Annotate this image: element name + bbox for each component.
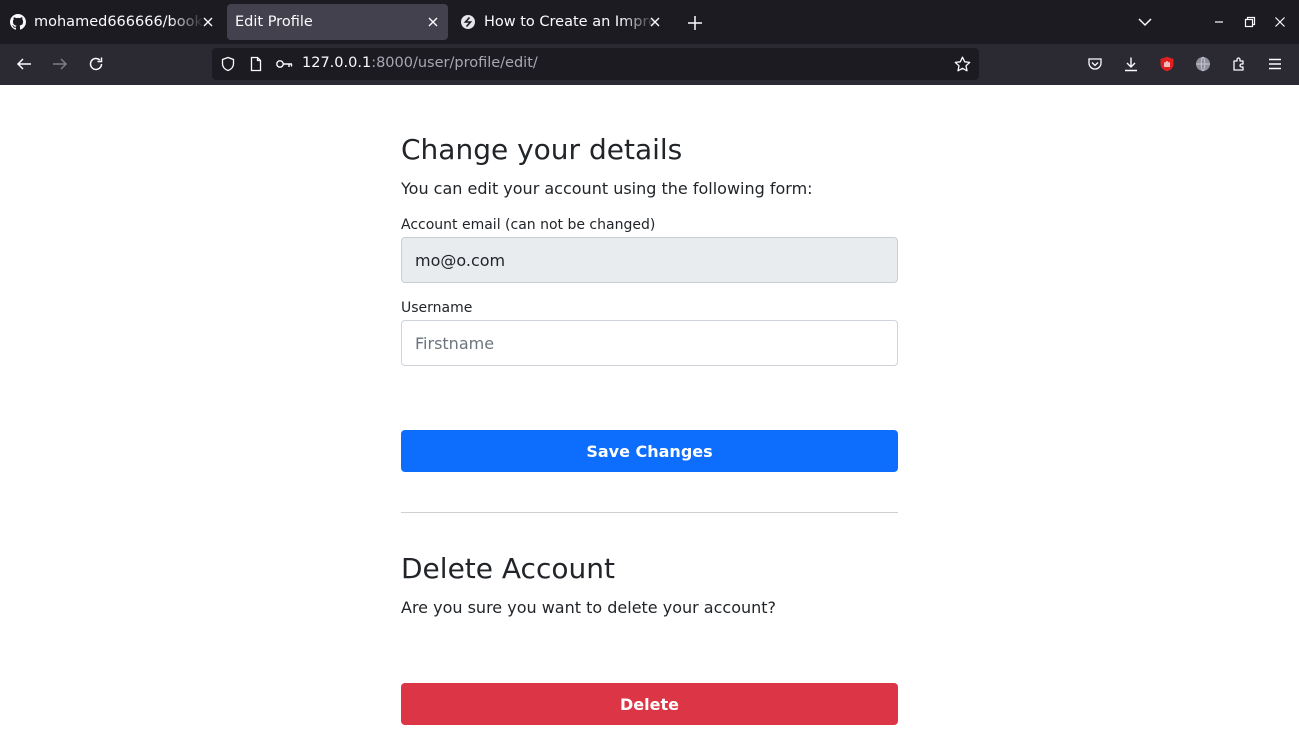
url-path: :8000/user/profile/edit/ [371, 55, 538, 71]
navigation-bar: 127.0.0.1:8000/user/profile/edit/ [0, 44, 1299, 85]
tab-list-icon [1138, 18, 1152, 27]
email-label: Account email (can not be changed) [401, 217, 656, 233]
close-window-icon [1275, 17, 1285, 27]
tab-title: mohamed666666/book_s [34, 14, 204, 30]
download-button[interactable] [1119, 52, 1143, 76]
save-changes-button[interactable]: Save Changes [401, 430, 898, 472]
extensions-icon [1233, 57, 1244, 71]
close-window-button[interactable] [1268, 10, 1292, 34]
pocket-button[interactable] [1083, 52, 1107, 76]
ublock-button[interactable] [1155, 52, 1179, 76]
star-icon[interactable] [954, 56, 971, 72]
tab-bar: mohamed666666/book_s Edit Profile How to… [0, 0, 1299, 44]
tab-how-to-create[interactable]: How to Create an Impress [452, 4, 670, 40]
globe-button[interactable] [1191, 52, 1215, 76]
forward-icon [53, 58, 68, 70]
back-icon [16, 58, 31, 70]
delete-account-subtitle: Are you sure you want to delete your acc… [401, 598, 777, 617]
new-tab-button[interactable] [683, 11, 707, 35]
reload-button[interactable] [84, 52, 108, 76]
menu-button[interactable] [1263, 52, 1287, 76]
github-icon [10, 14, 26, 30]
tab-list-button[interactable] [1133, 10, 1157, 34]
shield-icon[interactable] [220, 56, 236, 72]
url-text[interactable]: 127.0.0.1:8000/user/profile/edit/ [302, 55, 538, 71]
username-field[interactable] [401, 320, 898, 366]
forward-button[interactable] [48, 52, 72, 76]
close-icon[interactable] [199, 13, 217, 31]
section-divider [401, 512, 898, 513]
change-details-title: Change your details [401, 133, 683, 166]
username-label: Username [401, 300, 473, 316]
delete-account-title: Delete Account [401, 552, 615, 585]
restore-button[interactable] [1238, 10, 1262, 34]
back-button[interactable] [12, 52, 36, 76]
new-tab-icon [688, 16, 702, 30]
globe-icon [1196, 56, 1210, 72]
site-logo-icon [461, 15, 475, 29]
tab-title: Edit Profile [235, 14, 313, 30]
ublock-icon [1160, 56, 1174, 72]
close-icon[interactable] [646, 13, 664, 31]
tab-edit-profile[interactable]: Edit Profile [227, 4, 448, 40]
change-details-subtitle: You can edit your account using the foll… [401, 179, 813, 198]
restore-icon [1244, 16, 1256, 28]
download-icon [1125, 57, 1137, 72]
reload-icon [89, 57, 103, 71]
pocket-icon [1088, 58, 1102, 70]
minimize-icon [1215, 21, 1223, 23]
close-icon[interactable] [424, 13, 442, 31]
key-icon[interactable] [275, 56, 293, 72]
url-host: 127.0.0.1 [302, 55, 372, 71]
tab-title: How to Create an Impress [484, 14, 656, 30]
email-field[interactable] [401, 237, 898, 283]
menu-icon [1269, 58, 1281, 70]
page-icon[interactable] [248, 56, 264, 72]
delete-account-button[interactable]: Delete [401, 683, 898, 725]
extensions-button[interactable] [1227, 52, 1251, 76]
url-bar[interactable]: 127.0.0.1:8000/user/profile/edit/ [212, 48, 979, 80]
minimize-button[interactable] [1207, 10, 1231, 34]
tab-github[interactable]: mohamed666666/book_s [4, 4, 223, 40]
